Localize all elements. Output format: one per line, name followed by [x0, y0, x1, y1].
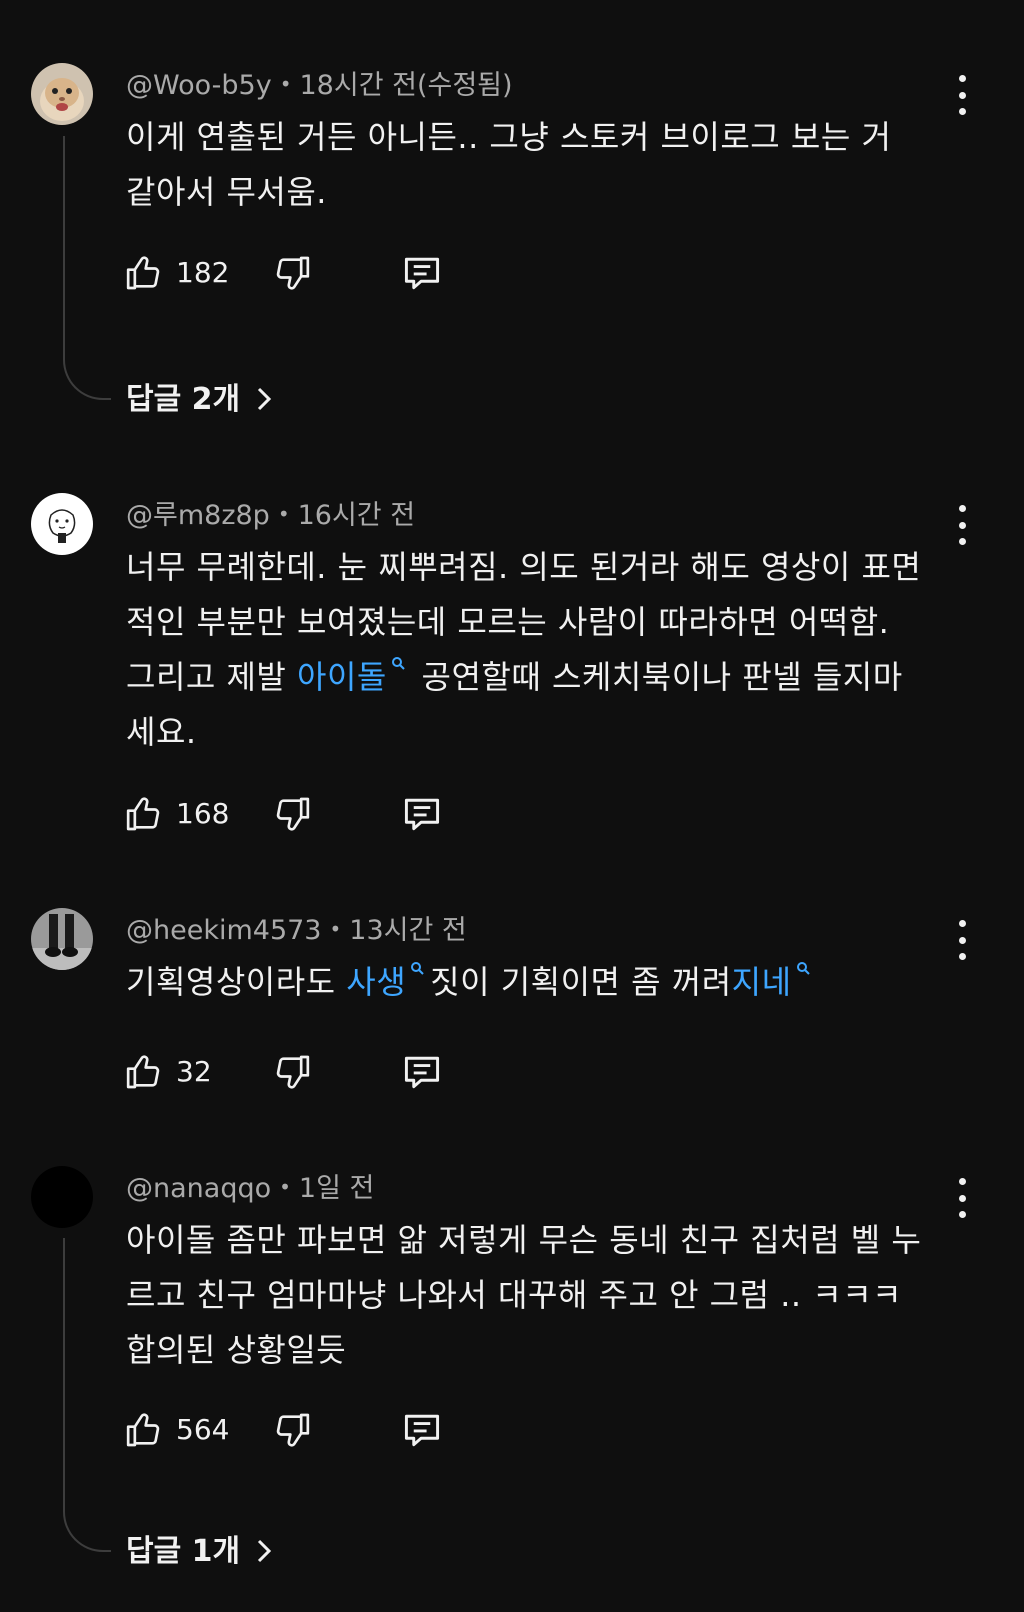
comment-meta: @nanaqqo • 1일 전: [126, 1170, 374, 1206]
dislike-button[interactable]: [272, 1407, 312, 1453]
comment-time: 13시간 전: [349, 915, 467, 946]
reply-button[interactable]: [400, 1049, 444, 1095]
cartoon-avatar-image: [31, 493, 93, 555]
avatar[interactable]: [31, 1166, 93, 1228]
comment-time: 16시간 전: [297, 500, 416, 531]
like-count: 32: [176, 1055, 212, 1088]
dislike-button[interactable]: [272, 791, 312, 837]
thread-line: [63, 1238, 111, 1552]
thumbs-up-icon: [126, 256, 160, 290]
thumbs-down-icon: [276, 1413, 310, 1447]
reply-button[interactable]: [400, 1407, 444, 1453]
like-button[interactable]: 564: [124, 1407, 229, 1453]
thumbs-up-icon: [126, 1413, 160, 1447]
author-name[interactable]: @Woo-b5y: [126, 70, 272, 101]
comment-icon: [404, 1056, 440, 1089]
comment-meta: @Woo-b5y • 18시간 전(수정됨): [126, 67, 513, 103]
author-name[interactable]: @heekim4573: [126, 915, 322, 946]
search-icon: [391, 657, 405, 670]
comment-icon: [404, 798, 440, 831]
like-button[interactable]: 32: [124, 1049, 212, 1095]
thumbs-down-icon: [276, 1055, 310, 1089]
comment-meta: @heekim4573 • 13시간 전: [126, 912, 467, 948]
hashtag-link[interactable]: 아이돌: [297, 658, 387, 696]
comment-text-segment: 그리고 제발: [126, 658, 298, 696]
hamster-avatar-image: [31, 63, 93, 125]
hashtag-link[interactable]: 사생: [346, 963, 406, 1001]
comment-line: 같아서 무서움.: [126, 173, 327, 211]
more-vert-icon[interactable]: [950, 1178, 974, 1218]
comment-line: 너무 무례한데. 눈 찌뿌려짐. 의도 된거라 해도 영상이 표면: [126, 548, 922, 586]
thumbs-down-icon: [276, 797, 310, 831]
thumbs-up-icon: [126, 1055, 160, 1089]
meta-separator: •: [279, 72, 292, 96]
comment-line: 아이돌 좀만 파보면 앎 저렇게 무슨 동네 친구 집처럼 벨 누: [126, 1221, 922, 1259]
comment-time: 18시간 전(수정됨): [299, 70, 513, 101]
comment-line: 세요.: [126, 713, 197, 751]
avatar[interactable]: [31, 63, 93, 125]
boots-avatar-image: [31, 908, 93, 970]
replies-label: 답글 2개: [126, 382, 241, 417]
reply-button[interactable]: [400, 250, 444, 296]
comment-meta: @루m8z8p • 16시간 전: [126, 497, 415, 533]
comment-text: 너무 무례한데. 눈 찌뿌려짐. 의도 된거라 해도 영상이 표면 적인 부분만…: [126, 540, 966, 760]
comment-line: 그리고 제발 아이돌 공연할때 스케치북이나 판넬 들지마: [126, 650, 966, 705]
dislike-button[interactable]: [272, 1049, 312, 1095]
like-button[interactable]: 168: [124, 791, 229, 837]
search-icon: [411, 962, 424, 975]
more-vert-icon[interactable]: [950, 75, 974, 115]
view-replies-button[interactable]: 답글 1개: [126, 1532, 272, 1572]
author-name[interactable]: @nanaqqo: [126, 1173, 271, 1204]
meta-separator: •: [329, 917, 342, 941]
reply-button[interactable]: [400, 791, 444, 837]
comment-line: 합의된 상황일듯: [126, 1331, 347, 1369]
comment-text-segment: 짓이 기획이면 좀 꺼려: [430, 963, 732, 1001]
comment-line: 적인 부분만 보여졌는데 모르는 사람이 따라하면 어떡함.: [126, 603, 890, 641]
comment-time: 1일 전: [298, 1173, 375, 1204]
comment-text: 기획영상이라도 사생 짓이 기획이면 좀 꺼려지네: [126, 955, 966, 1010]
avatar[interactable]: [31, 493, 93, 555]
more-vert-icon[interactable]: [950, 505, 974, 545]
thumbs-down-icon: [276, 256, 310, 290]
comment-text: 아이돌 좀만 파보면 앎 저렇게 무슨 동네 친구 집처럼 벨 누 르고 친구 …: [126, 1213, 966, 1378]
comment-line: 이게 연출된 거든 아니든.. 그냥 스토커 브이로그 보는 거: [126, 118, 892, 156]
author-name[interactable]: @루m8z8p: [126, 500, 270, 531]
avatar[interactable]: [31, 908, 93, 970]
replies-label: 답글 1개: [126, 1534, 241, 1569]
hashtag-link[interactable]: 지네: [732, 963, 792, 1001]
meta-separator: •: [277, 502, 290, 526]
thread-line: [63, 136, 111, 400]
like-count: 168: [176, 797, 230, 830]
comment-text-segment: 공연할때 스케치북이나 판넬 들지마: [410, 658, 903, 696]
comment-text: 이게 연출된 거든 아니든.. 그냥 스토커 브이로그 보는 거 같아서 무서움…: [126, 110, 966, 220]
like-count: 182: [176, 256, 230, 289]
dislike-button[interactable]: [272, 250, 312, 296]
view-replies-button[interactable]: 답글 2개: [126, 380, 272, 420]
search-icon: [796, 962, 810, 975]
comment-line: 기획영상이라도 사생 짓이 기획이면 좀 꺼려지네: [126, 955, 966, 1010]
black-avatar-image: [31, 1166, 93, 1228]
more-vert-icon[interactable]: [950, 920, 974, 960]
like-button[interactable]: 182: [124, 250, 229, 296]
comment-line: 르고 친구 엄마마냥 나와서 대꾸해 주고 안 그럼 .. ㅋㅋㅋ: [126, 1276, 903, 1314]
like-count: 564: [176, 1413, 230, 1446]
comment-text-segment: 기획영상이라도: [126, 963, 347, 1001]
comment-icon: [404, 1414, 440, 1447]
thumbs-up-icon: [126, 797, 160, 831]
meta-separator: •: [279, 1175, 291, 1199]
comment-icon: [404, 257, 440, 290]
chevron-right-icon: [258, 1539, 272, 1563]
chevron-right-icon: [258, 387, 272, 411]
